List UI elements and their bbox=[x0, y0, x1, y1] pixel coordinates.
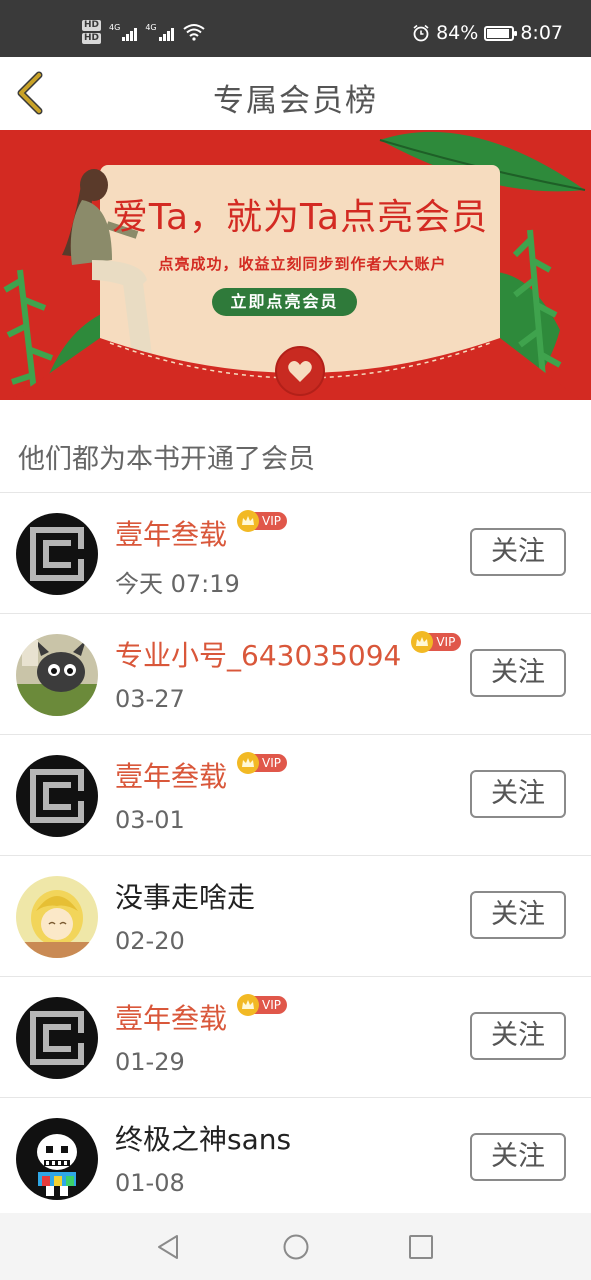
nav-home-icon[interactable] bbox=[282, 1233, 310, 1261]
member-row[interactable]: 壹年叁载 VIP 今天 07:19 关注 bbox=[0, 493, 591, 614]
hd-label-1: HD bbox=[82, 20, 102, 31]
member-row[interactable]: 专业小号_643035094 VIP 03-27 关注 bbox=[0, 614, 591, 735]
follow-button[interactable]: 关注 bbox=[470, 770, 566, 818]
page-title: 专属会员榜 bbox=[213, 83, 378, 119]
member-name-line: 没事走啥走 bbox=[115, 876, 255, 916]
heart-seal-icon bbox=[275, 346, 325, 396]
vip-badge: VIP bbox=[237, 752, 287, 774]
yellow-hair-avatar[interactable] bbox=[16, 876, 98, 958]
hd-indicator: HD HD bbox=[82, 20, 102, 44]
member-date: 今天 07:19 bbox=[115, 570, 240, 598]
member-date: 02-20 bbox=[115, 927, 185, 955]
follow-button[interactable]: 关注 bbox=[470, 649, 566, 697]
member-name[interactable]: 专业小号_643035094 bbox=[115, 634, 401, 674]
member-name-line: 专业小号_643035094 VIP bbox=[115, 631, 462, 674]
member-row[interactable]: 没事走啥走 02-20 关注 bbox=[0, 856, 591, 977]
follow-button[interactable]: 关注 bbox=[470, 1012, 566, 1060]
member-date: 01-29 bbox=[115, 1048, 185, 1076]
member-date: 03-01 bbox=[115, 806, 185, 834]
follow-button[interactable]: 关注 bbox=[470, 891, 566, 939]
member-date: 01-08 bbox=[115, 1169, 185, 1197]
status-bar-left: HD HD 4G 4G bbox=[82, 15, 206, 49]
pixel-c-avatar[interactable] bbox=[16, 755, 98, 837]
status-bar: HD HD 4G 4G 84% 8:07 bbox=[0, 0, 591, 57]
member-date: 03-27 bbox=[115, 685, 185, 713]
light-up-vip-button[interactable]: 立即点亮会员 bbox=[212, 288, 357, 316]
wifi-icon bbox=[182, 24, 205, 41]
status-bar-right: 84% 8:07 bbox=[412, 16, 563, 50]
member-row[interactable]: 壹年叁载 VIP 01-29 关注 bbox=[0, 977, 591, 1098]
clock: 8:07 bbox=[520, 22, 563, 44]
member-row[interactable]: 壹年叁载 VIP 03-01 关注 bbox=[0, 735, 591, 856]
network-type-1: 4G bbox=[109, 23, 121, 32]
member-name-line: 壹年叁载 VIP bbox=[115, 510, 287, 553]
title-bar: 专属会员榜 bbox=[0, 57, 591, 130]
pixel-c-avatar[interactable] bbox=[16, 513, 98, 595]
promo-banner[interactable]: 爱Ta，就为Ta点亮会员 点亮成功，收益立刻同步到作者大大账户 立即点亮会员 bbox=[0, 130, 591, 400]
member-name-line: 壹年叁载 VIP bbox=[115, 994, 287, 1037]
member-name-line: 壹年叁载 VIP bbox=[115, 752, 287, 795]
pixel-c-avatar[interactable] bbox=[16, 997, 98, 1079]
section-title: 他们都为本书开通了会员 bbox=[18, 444, 315, 475]
vip-badge: VIP bbox=[411, 631, 462, 653]
vip-badge: VIP bbox=[237, 994, 287, 1016]
follow-button[interactable]: 关注 bbox=[470, 528, 566, 576]
member-list: 壹年叁载 VIP 今天 07:19 关注 专业小号_643035094 VIP 03-27 关… bbox=[0, 493, 591, 1219]
banner-headline: 爱Ta，就为Ta点亮会员 bbox=[111, 197, 489, 238]
member-name[interactable]: 壹年叁载 bbox=[115, 755, 227, 795]
banner-subtitle: 点亮成功，收益立刻同步到作者大大账户 bbox=[158, 255, 447, 273]
member-name[interactable]: 壹年叁载 bbox=[115, 997, 227, 1037]
network-type-2: 4G bbox=[145, 23, 157, 32]
signal-icon-2: 4G bbox=[145, 23, 174, 41]
crown-icon bbox=[237, 510, 260, 532]
member-name[interactable]: 没事走啥走 bbox=[115, 876, 255, 916]
crown-icon bbox=[411, 631, 434, 653]
hd-label-2: HD bbox=[82, 33, 102, 44]
nav-back-icon[interactable] bbox=[155, 1233, 183, 1261]
vip-badge: VIP bbox=[237, 510, 287, 532]
skeleton-avatar[interactable] bbox=[16, 1118, 98, 1200]
battery-fill bbox=[487, 28, 510, 38]
battery-percent: 84% bbox=[436, 22, 479, 44]
follow-button[interactable]: 关注 bbox=[470, 1133, 566, 1181]
member-name-line: 终极之神sans bbox=[115, 1118, 291, 1158]
battery-icon bbox=[484, 25, 518, 41]
system-nav-bar bbox=[0, 1213, 591, 1280]
nav-recent-apps-icon[interactable] bbox=[408, 1234, 434, 1260]
alarm-icon bbox=[413, 24, 429, 42]
member-name[interactable]: 终极之神sans bbox=[115, 1118, 291, 1158]
crown-icon bbox=[237, 994, 260, 1016]
crown-icon bbox=[237, 752, 260, 774]
signal-icon-1: 4G bbox=[109, 23, 138, 41]
member-name[interactable]: 壹年叁载 bbox=[115, 513, 227, 553]
member-row[interactable]: 终极之神sans 01-08 关注 bbox=[0, 1098, 591, 1219]
cartoon-cat-avatar[interactable] bbox=[16, 634, 98, 716]
